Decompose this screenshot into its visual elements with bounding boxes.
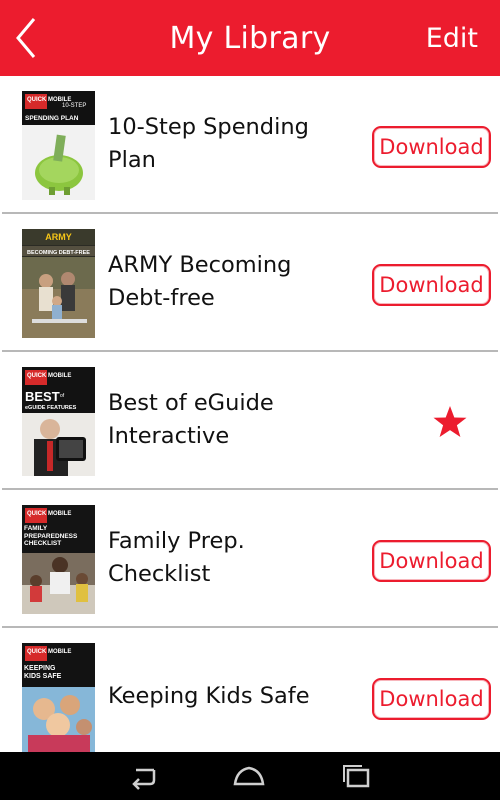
book-cover: QUICK MOBILE BEST of eGUIDE FEATURES xyxy=(22,367,95,476)
download-button[interactable]: Download xyxy=(372,678,491,720)
book-title[interactable]: 10-Step Spending Plan xyxy=(108,76,358,212)
book-title[interactable]: Best of eGuide Interactive xyxy=(108,352,358,488)
nav-back-icon[interactable] xyxy=(124,760,164,792)
cover-headline: BEST xyxy=(25,389,60,404)
book-title-line2: Debt-free xyxy=(108,285,215,311)
library-list: QUICK MOBILE 10-STEP SPENDING PLAN 10-St… xyxy=(0,76,500,752)
book-title-line1: 10-Step Spending xyxy=(108,114,309,140)
download-button[interactable]: Download xyxy=(372,540,491,582)
cover-brand: QUICK MOBILE xyxy=(27,511,71,517)
book-title-line1: Best of eGuide xyxy=(108,390,274,416)
book-title-line2: Checklist xyxy=(108,561,211,587)
cover-headline2: eGUIDE FEATURES xyxy=(25,405,77,411)
list-item[interactable]: QUICK MOBILE BEST of eGUIDE FEATURES Bes… xyxy=(2,352,498,490)
download-button[interactable]: Download xyxy=(372,126,491,168)
star-icon[interactable] xyxy=(432,404,468,440)
list-item[interactable]: QUICK MOBILE 10-STEP SPENDING PLAN 10-St… xyxy=(2,76,498,214)
cover-headline: FAMILY PREPAREDNESS CHECKLIST xyxy=(24,525,78,547)
cover-headline: SPENDING PLAN xyxy=(25,115,79,122)
nav-home-icon[interactable] xyxy=(229,760,269,792)
cover-brand: QUICK MOBILE xyxy=(27,373,71,379)
book-cover: QUICK MOBILE FAMILY PREPAREDNESS CHECKLI… xyxy=(22,505,95,614)
nav-recents-icon[interactable] xyxy=(336,760,376,792)
book-title-line1: Family Prep. xyxy=(108,528,245,554)
cover-brand: QUICK MOBILE xyxy=(27,649,71,655)
app-header: My Library Edit xyxy=(0,0,500,76)
book-title-line2: Interactive xyxy=(108,423,230,449)
book-title[interactable]: ARMY Becoming Debt-free xyxy=(108,214,358,350)
book-title[interactable]: Keeping Kids Safe xyxy=(108,628,358,752)
list-item[interactable]: QUICK MOBILE FAMILY PREPAREDNESS CHECKLI… xyxy=(2,490,498,628)
cover-headline: KEEPING KIDS SAFE xyxy=(24,665,62,680)
system-nav-bar xyxy=(0,752,500,800)
list-item[interactable]: QUICK MOBILE KEEPING KIDS SAFE Keeping K… xyxy=(2,628,498,752)
cover-tag: 10-STEP xyxy=(62,103,86,109)
book-title-line1: Keeping Kids Safe xyxy=(108,682,310,709)
cover-sub: of xyxy=(60,393,65,399)
cover-brand: ARMY xyxy=(45,232,72,242)
cover-headline: BECOMING DEBT-FREE xyxy=(27,250,90,256)
book-cover: ARMY BECOMING DEBT-FREE xyxy=(22,229,95,338)
book-title[interactable]: Family Prep. Checklist xyxy=(108,490,358,626)
book-cover: QUICK MOBILE 10-STEP SPENDING PLAN xyxy=(22,91,95,200)
book-title-line2: Plan xyxy=(108,147,156,173)
edit-button[interactable]: Edit xyxy=(426,0,478,76)
book-cover: QUICK MOBILE KEEPING KIDS SAFE xyxy=(22,643,95,752)
list-item[interactable]: ARMY BECOMING DEBT-FREE ARMY Becoming De… xyxy=(2,214,498,352)
download-button[interactable]: Download xyxy=(372,264,491,306)
book-title-line1: ARMY Becoming xyxy=(108,252,292,278)
